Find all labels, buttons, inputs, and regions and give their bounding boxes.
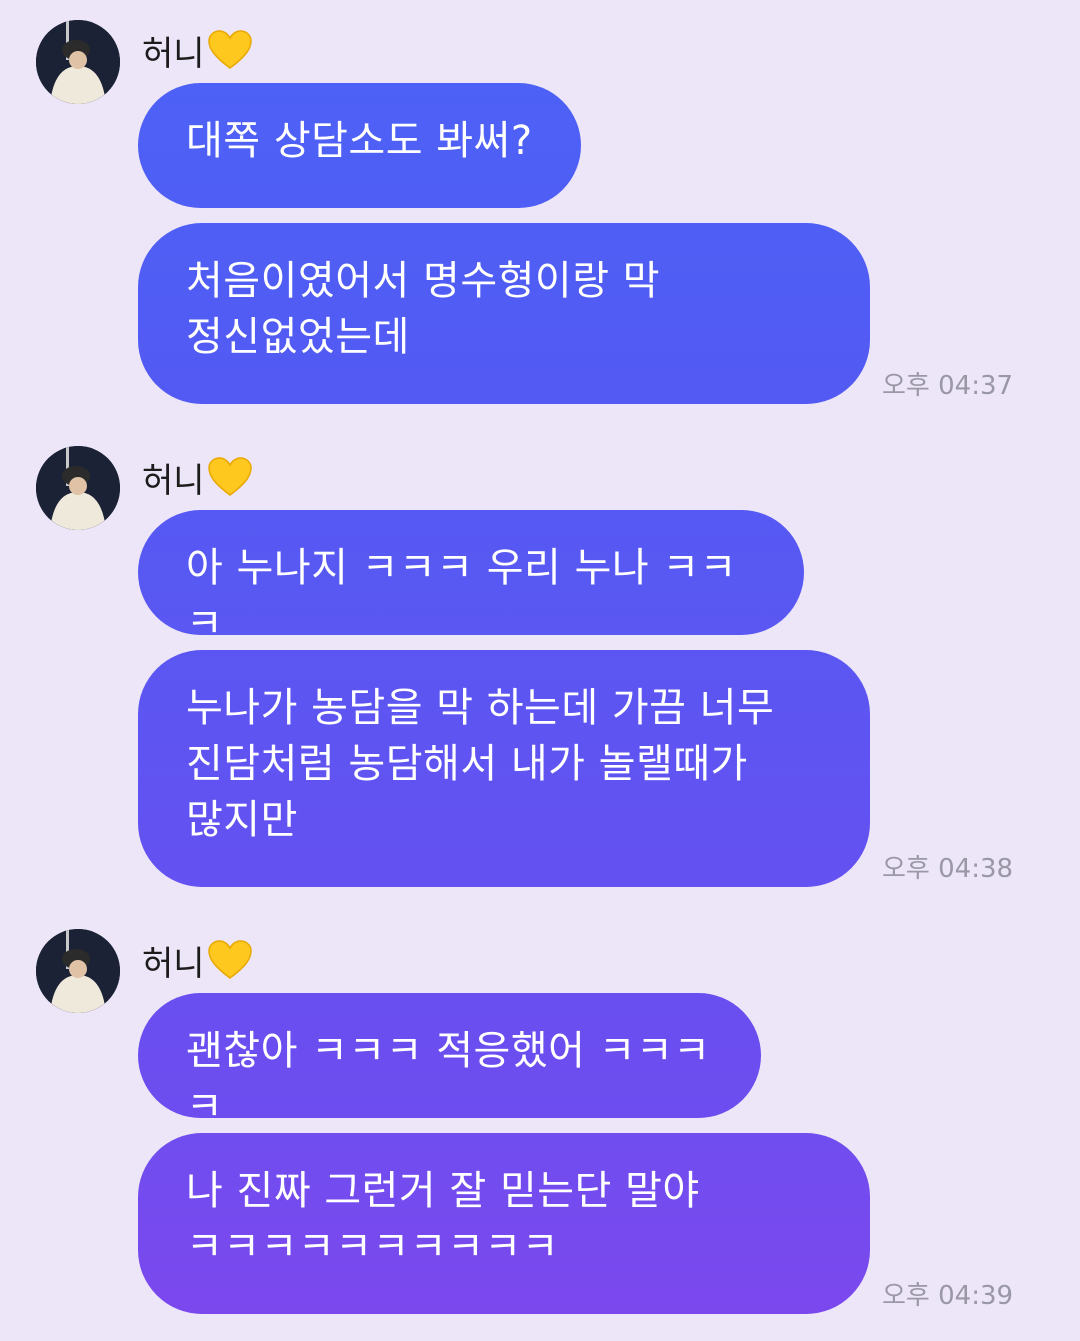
message-timestamp: 오후 04:39 [882, 1281, 1014, 1311]
sender-name-text: 허니 [142, 943, 205, 984]
message-bubble[interactable]: 아 누나지 ㅋㅋㅋ 우리 누나 ㅋㅋㅋ [138, 510, 804, 647]
message-bubble[interactable]: 처음이였어서 명수형이랑 막 정신없었는데 [138, 223, 870, 404]
sender-name: 허니 [142, 457, 253, 501]
sender-name-text: 허니 [142, 33, 205, 74]
message-timestamp: 오후 04:37 [882, 371, 1014, 401]
chat-message-list[interactable]: 허니 대쪽 상담소도 봐써? 처음이였어서 명수형이랑 막 정신없었는데 오후 … [0, 0, 1080, 1341]
sender-avatar[interactable] [36, 20, 120, 104]
message-bubble[interactable]: 나 진짜 그런거 잘 믿는단 말야 ㅋㅋㅋㅋㅋㅋㅋㅋㅋㅋ [138, 1133, 870, 1314]
message-timestamp: 오후 04:38 [882, 854, 1014, 884]
message-bubble[interactable]: 괜찮아 ㅋㅋㅋ 적응했어 ㅋㅋㅋㅋ [138, 993, 761, 1130]
sender-name: 허니 [142, 30, 253, 74]
yellow-heart-icon [207, 940, 253, 980]
sender-avatar[interactable] [36, 929, 120, 1013]
yellow-heart-icon [207, 457, 253, 497]
sender-name: 허니 [142, 940, 253, 984]
yellow-heart-icon [207, 30, 253, 70]
message-bubble[interactable]: 대쪽 상담소도 봐써? [138, 83, 581, 208]
message-bubble[interactable]: 누나가 농담을 막 하는데 가끔 너무 진담처럼 농담해서 내가 놀랠때가 많지… [138, 650, 870, 887]
sender-avatar[interactable] [36, 446, 120, 530]
sender-name-text: 허니 [142, 460, 205, 501]
